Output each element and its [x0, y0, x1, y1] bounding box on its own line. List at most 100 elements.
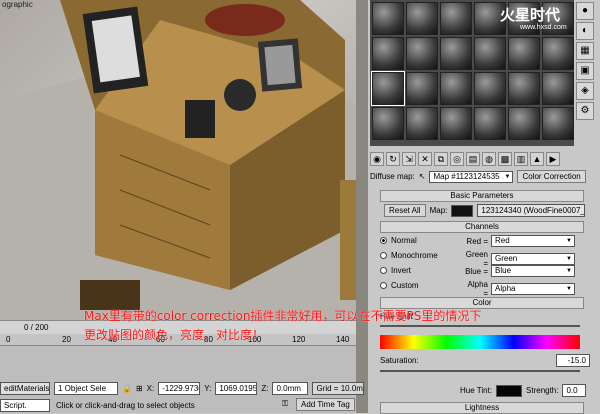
go-forward-icon[interactable]: ▶ [546, 152, 560, 166]
y-coordinate[interactable]: 1069.0195 [215, 382, 258, 395]
viewport-perspective[interactable]: ographic [0, 0, 368, 320]
put-to-scene-icon[interactable]: ↻ [386, 152, 400, 166]
material-slot[interactable] [440, 37, 472, 70]
time-position: 0 / 200 [24, 323, 49, 332]
z-coordinate[interactable]: 0.0mm [272, 382, 309, 395]
sample-type-toolbar: ● ◐ ▦ ▣ ◈ ⚙ [576, 2, 598, 142]
status-row: editMaterials 1 Object Sele 🔒 ⊞ X: -1229… [0, 382, 365, 395]
material-slot[interactable] [474, 107, 506, 140]
site-logo: 火星时代 [500, 6, 561, 24]
material-slot[interactable] [406, 37, 438, 70]
y-label: Y: [204, 384, 212, 393]
pick-icon[interactable]: ↖ [419, 172, 426, 181]
lock-icon[interactable]: 🔒 [122, 384, 132, 393]
radio-invert[interactable] [380, 267, 387, 274]
radio-normal[interactable] [380, 237, 387, 244]
add-time-tag-button[interactable]: Add Time Tag [296, 398, 355, 411]
green-mapping-dropdown[interactable]: Green [491, 253, 575, 265]
go-to-parent-icon[interactable]: ▲ [530, 152, 544, 166]
video-color-check-icon[interactable]: ◈ [576, 82, 594, 100]
blue-mapping-label: Blue = [465, 266, 488, 276]
material-slot[interactable] [440, 2, 472, 35]
material-slot[interactable] [474, 72, 506, 105]
get-material-icon[interactable]: ◉ [370, 152, 384, 166]
material-slot[interactable] [440, 107, 472, 140]
channel-option-custom[interactable]: Custom [380, 281, 419, 290]
material-slot[interactable] [508, 107, 540, 140]
maxscript-listener-tab[interactable]: editMaterials [0, 382, 50, 395]
prompt-text: Click or click-and-drag to select object… [56, 401, 195, 410]
viewport-label: ographic [2, 0, 33, 9]
alpha-mapping-label: Alpha = [467, 280, 488, 298]
show-map-icon[interactable]: ▩ [498, 152, 512, 166]
radio-custom[interactable] [380, 282, 387, 289]
map-swatch[interactable] [451, 204, 474, 217]
lightness-rollout[interactable]: Lightness [380, 402, 584, 414]
reset-all-button[interactable]: Reset All [384, 204, 426, 217]
material-slot[interactable] [474, 37, 506, 70]
saturation-label: Saturation: [380, 356, 419, 365]
red-mapping-label: Red = [466, 236, 488, 246]
map-file-button[interactable]: 123124340 (WoodFine0007_M.jpg) [477, 204, 586, 217]
red-mapping-dropdown[interactable]: Red [491, 235, 575, 247]
background-icon[interactable]: ▦ [576, 42, 594, 60]
selection-count: 1 Object Sele [54, 382, 118, 395]
uv-tiling-icon[interactable]: ▣ [576, 62, 594, 80]
put-to-library-icon[interactable]: ▤ [466, 152, 480, 166]
options-icon[interactable]: ⚙ [576, 102, 594, 120]
show-end-result-icon[interactable]: ▥ [514, 152, 528, 166]
material-slot[interactable] [406, 72, 438, 105]
map-name-dropdown[interactable]: Map #1123124535 [429, 170, 514, 183]
basic-parameters-rollout[interactable]: Basic Parameters [380, 190, 584, 202]
channel-option-normal[interactable]: Normal [380, 236, 417, 245]
site-url: www.hxsd.com [520, 24, 567, 31]
saturation-slider[interactable] [380, 370, 580, 372]
prompt-row: Script. Click or click-and-drag to selec… [0, 398, 355, 412]
channel-option-label: Invert [391, 266, 412, 275]
channel-option-monochrome[interactable]: Monochrome [380, 251, 438, 260]
x-coordinate[interactable]: -1229.9736 [158, 382, 201, 395]
hue-tint-row: Hue Tint: Strength: 0.0 [460, 384, 587, 397]
hue-tint-swatch[interactable] [496, 384, 523, 397]
alpha-mapping-dropdown[interactable]: Alpha [491, 283, 575, 295]
channel-option-label: Normal [391, 236, 417, 245]
delete-icon[interactable]: ✕ [418, 152, 432, 166]
blue-mapping-dropdown[interactable]: Blue [491, 265, 575, 277]
material-slot[interactable] [508, 37, 540, 70]
blue-mapping-row: Blue = Blue [464, 265, 575, 277]
material-slot[interactable] [440, 72, 472, 105]
sample-sphere-icon[interactable]: ● [576, 2, 594, 20]
annotation-line-2: 更改贴图的颜色，亮度，对比度！ [84, 328, 265, 342]
material-slot[interactable] [372, 37, 404, 70]
dresser-render [0, 0, 368, 320]
radio-monochrome[interactable] [380, 252, 387, 259]
copy-material-icon[interactable]: ⧉ [434, 152, 448, 166]
material-slot[interactable] [372, 107, 404, 140]
material-slot[interactable] [372, 2, 404, 35]
channels-rollout[interactable]: Channels [380, 221, 584, 233]
map-label: Map: [429, 206, 448, 215]
material-slot[interactable] [406, 107, 438, 140]
material-slot-selected[interactable] [371, 71, 405, 106]
material-slot[interactable] [542, 107, 574, 140]
material-slot[interactable] [542, 72, 574, 105]
absolute-mode-icon[interactable]: ⊞ [136, 384, 143, 393]
material-effects-icon[interactable]: ◍ [482, 152, 496, 166]
material-slot[interactable] [542, 37, 574, 70]
saturation-spinner[interactable]: -15.0 [556, 354, 590, 367]
material-slot[interactable] [406, 2, 438, 35]
assign-to-selection-icon[interactable]: ⇲ [402, 152, 416, 166]
backlight-icon[interactable]: ◐ [576, 22, 594, 40]
alpha-mapping-row: Alpha = Alpha [464, 280, 575, 298]
make-unique-icon[interactable]: ◎ [450, 152, 464, 166]
basic-parameters-row: Reset All Map: 123124340 (WoodFine0007_M… [384, 204, 586, 217]
tick-label: 0 [6, 335, 11, 344]
script-input[interactable]: Script. [0, 399, 50, 412]
channel-option-invert[interactable]: Invert [380, 266, 411, 275]
color-correction-button[interactable]: Color Correction [517, 170, 586, 183]
strength-spinner[interactable]: 0.0 [562, 384, 587, 397]
z-label: Z: [261, 384, 269, 393]
key-icon[interactable]: ⚿ [282, 399, 288, 409]
channel-option-label: Custom [391, 281, 419, 290]
material-slot[interactable] [508, 72, 540, 105]
